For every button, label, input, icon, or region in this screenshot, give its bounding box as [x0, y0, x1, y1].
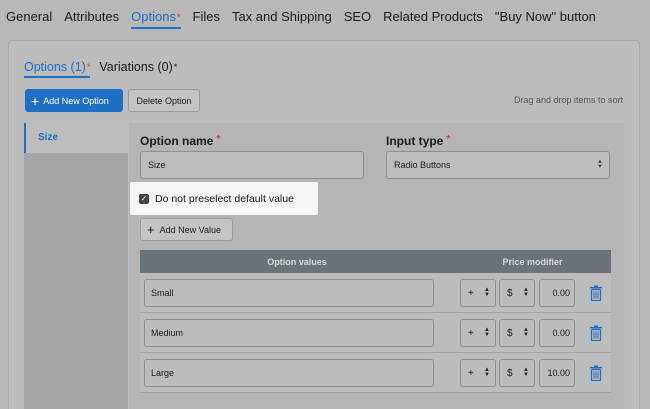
preselect-checkbox-row[interactable]: ✓ Do not preselect default value [130, 182, 318, 215]
select-arrows-icon: ▲ ▼ [523, 327, 529, 338]
unit-value: $ [507, 327, 513, 339]
trash-icon[interactable] [589, 285, 603, 301]
delete-option-button[interactable]: Delete Option [128, 89, 200, 112]
select-arrows-icon: ▲ ▼ [484, 327, 490, 338]
subtab-options-label: Options (1) [24, 60, 86, 74]
trash-icon[interactable] [589, 325, 603, 341]
value-name-input[interactable]: Large [144, 359, 434, 387]
tab-general[interactable]: General [6, 0, 52, 34]
checkbox-checked-icon[interactable]: ✓ [139, 193, 149, 204]
asterisk-mark: * [173, 62, 178, 72]
add-new-value-button[interactable]: + Add New Value [140, 218, 233, 241]
subtab-variations[interactable]: Variations (0)* [99, 59, 177, 75]
option-list: Size [24, 123, 128, 409]
required-mark: * [86, 62, 91, 72]
tab-options[interactable]: Options* [131, 0, 181, 34]
option-name-input[interactable]: Size [140, 151, 364, 179]
sign-value: + [468, 287, 474, 299]
table-row: Medium + ▲ ▼ $ ▲ ▼ 0.00 [140, 313, 611, 353]
select-arrows-icon: ▲ ▼ [597, 159, 603, 170]
header-option-values: Option values [267, 256, 327, 267]
delete-option-label: Delete Option [136, 95, 192, 106]
subtab-options[interactable]: Options (1)* [24, 59, 91, 78]
unit-select[interactable]: $ ▲ ▼ [499, 319, 535, 347]
required-mark: * [176, 12, 181, 22]
plus-icon: + [147, 222, 155, 237]
input-type-select[interactable]: Radio Buttons ▲ ▼ [386, 151, 610, 179]
sign-value: + [468, 327, 474, 339]
tab-buy-now-button[interactable]: "Buy Now" button [495, 0, 596, 34]
trash-icon[interactable] [589, 365, 603, 381]
drag-hint: Drag and drop items to sort [513, 95, 623, 105]
unit-select[interactable]: $ ▲ ▼ [499, 279, 535, 307]
input-type-text: Input type [386, 134, 444, 148]
input-type-value: Radio Buttons [394, 160, 451, 170]
select-arrows-icon: ▲ ▼ [484, 367, 490, 378]
tab-seo[interactable]: SEO [344, 0, 371, 34]
option-name-value: Size [148, 160, 166, 170]
unit-value: $ [507, 287, 513, 299]
subtab-variations-label: Variations (0) [99, 60, 173, 74]
tab-attributes[interactable]: Attributes [64, 0, 119, 34]
option-list-item-size[interactable]: Size [24, 123, 128, 153]
select-arrows-icon: ▲ ▼ [523, 367, 529, 378]
price-input[interactable]: 0.00 [539, 279, 575, 307]
value-name-input[interactable]: Small [144, 279, 434, 307]
sign-select[interactable]: + ▲ ▼ [460, 319, 496, 347]
price-input[interactable]: 0.00 [539, 319, 575, 347]
select-arrows-icon: ▲ ▼ [484, 287, 490, 298]
tab-files[interactable]: Files [193, 0, 220, 34]
sign-value: + [468, 367, 474, 379]
add-new-value-label: Add New Value [159, 224, 221, 235]
tab-tax-and-shipping[interactable]: Tax and Shipping [232, 0, 332, 34]
add-new-option-button[interactable]: + Add New Option [25, 89, 123, 112]
option-values-table: Option values Price modifier Small + ▲ ▼ $… [140, 250, 611, 393]
header-price-modifier: Price modifier [502, 256, 563, 267]
tab-related-products[interactable]: Related Products [383, 0, 483, 34]
sign-select[interactable]: + ▲ ▼ [460, 279, 496, 307]
price-input[interactable]: 10.00 [539, 359, 575, 387]
table-header: Option values Price modifier [140, 250, 611, 273]
tab-options-label: Options [131, 9, 176, 24]
select-arrows-icon: ▲ ▼ [523, 287, 529, 298]
input-type-label: Input type * [386, 134, 450, 148]
required-mark: * [216, 134, 221, 145]
top-tab-bar: General Attributes Options* Files Tax an… [0, 0, 650, 34]
value-name-input[interactable]: Medium [144, 319, 434, 347]
option-name-label: Option name * [140, 134, 220, 148]
plus-icon: + [31, 92, 40, 109]
option-name-text: Option name [140, 134, 214, 148]
table-row: Large + ▲ ▼ $ ▲ ▼ 10.00 [140, 353, 611, 393]
unit-value: $ [507, 367, 513, 379]
add-new-option-label: Add New Option [43, 95, 109, 106]
sub-tab-bar: Options (1)* Variations (0)* [24, 59, 186, 78]
unit-select[interactable]: $ ▲ ▼ [499, 359, 535, 387]
table-row: Small + ▲ ▼ $ ▲ ▼ 0.00 [140, 273, 611, 313]
required-mark: * [446, 134, 451, 145]
sign-select[interactable]: + ▲ ▼ [460, 359, 496, 387]
preselect-label: Do not preselect default value [155, 192, 294, 205]
